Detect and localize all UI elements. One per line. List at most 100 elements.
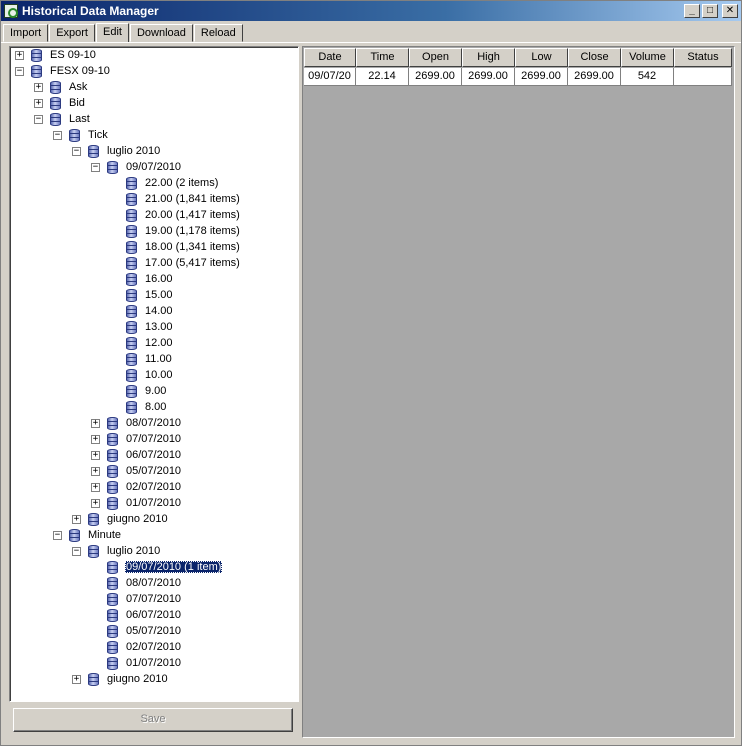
cell-close[interactable]: 2699.00 <box>568 68 621 86</box>
tree-node-hour[interactable]: 8.00 <box>126 399 167 415</box>
maximize-button[interactable]: □ <box>702 4 718 18</box>
tree-node-hour[interactable]: 22.00 (2 items) <box>126 175 219 191</box>
column-header-open[interactable]: Open <box>409 48 462 67</box>
collapse-icon[interactable]: − <box>53 530 62 540</box>
database-icon <box>126 352 137 366</box>
collapse-icon[interactable]: − <box>72 146 81 156</box>
tab-import[interactable]: Import <box>3 24 49 42</box>
tree-node-last[interactable]: − Last <box>34 111 91 127</box>
tree-node-hour[interactable]: 13.00 <box>126 319 174 335</box>
tree-node-minute-luglio[interactable]: − luglio 2010 <box>72 543 161 559</box>
tree-node-hour[interactable]: 14.00 <box>126 303 174 319</box>
column-header-low[interactable]: Low <box>515 48 568 67</box>
database-icon <box>107 496 118 510</box>
tree-node-date[interactable]: 05/07/2010 <box>107 623 182 639</box>
tree-node-date[interactable]: +08/07/2010 <box>91 415 182 431</box>
table-row[interactable]: 09/07/20 22.14 2699.00 2699.00 2699.00 2… <box>304 68 732 86</box>
tab-export[interactable]: Export <box>49 24 95 42</box>
expand-icon[interactable]: + <box>91 482 100 492</box>
tree-node-date[interactable]: +02/07/2010 <box>91 479 182 495</box>
cell-low[interactable]: 2699.00 <box>515 68 568 86</box>
data-tree[interactable]: + ES 09-10 − FESX 09-10 + Ask + Bid − Last − T… <box>9 46 299 702</box>
expand-icon[interactable]: + <box>15 50 24 60</box>
column-header-volume[interactable]: Volume <box>621 48 674 67</box>
tree-node-date[interactable]: 01/07/2010 <box>107 655 182 671</box>
tree-node-es[interactable]: + ES 09-10 <box>15 47 97 63</box>
database-icon <box>107 608 118 622</box>
column-header-time[interactable]: Time <box>356 48 409 67</box>
tab-download[interactable]: Download <box>129 24 193 42</box>
expand-icon[interactable]: + <box>91 434 100 444</box>
tree-node-tick-giugno[interactable]: + giugno 2010 <box>72 511 169 527</box>
title-bar[interactable]: Historical Data Manager _ □ ✕ <box>1 1 741 21</box>
expand-icon[interactable]: + <box>34 98 43 108</box>
tree-node-hour[interactable]: 15.00 <box>126 287 174 303</box>
tab-edit[interactable]: Edit <box>95 23 129 43</box>
tree-node-date[interactable]: 07/07/2010 <box>107 591 182 607</box>
tree-node-hour[interactable]: 21.00 (1,841 items) <box>126 191 241 207</box>
cell-volume[interactable]: 542 <box>621 68 674 86</box>
expand-icon[interactable]: + <box>72 674 81 684</box>
cell-date[interactable]: 09/07/20 <box>304 68 356 86</box>
minimize-button[interactable]: _ <box>684 4 700 18</box>
tab-reload[interactable]: Reload <box>193 24 243 42</box>
tree-node-tick[interactable]: − Tick <box>53 127 109 143</box>
collapse-icon[interactable]: − <box>53 130 62 140</box>
tree-node-minute[interactable]: − Minute <box>53 527 122 543</box>
database-icon <box>126 400 137 414</box>
expand-icon[interactable]: + <box>91 418 100 428</box>
tree-node-date[interactable]: +05/07/2010 <box>91 463 182 479</box>
column-header-high[interactable]: High <box>462 48 515 67</box>
expand-icon[interactable]: + <box>34 82 43 92</box>
tree-node-tick-luglio[interactable]: − luglio 2010 <box>72 143 161 159</box>
database-icon <box>126 192 137 206</box>
database-icon <box>107 416 118 430</box>
data-grid[interactable]: Date Time Open High Low Close Volume Sta… <box>302 46 735 738</box>
cell-open[interactable]: 2699.00 <box>409 68 462 86</box>
tree-node-hour[interactable]: 20.00 (1,417 items) <box>126 207 241 223</box>
database-icon <box>126 272 137 286</box>
tree-node-date[interactable]: 08/07/2010 <box>107 575 182 591</box>
tree-node-hour[interactable]: 10.00 <box>126 367 174 383</box>
tree-node-date[interactable]: 06/07/2010 <box>107 607 182 623</box>
tree-node-hour[interactable]: 19.00 (1,178 items) <box>126 223 241 239</box>
tree-node-minute-giugno[interactable]: + giugno 2010 <box>72 671 169 687</box>
tree-node-date[interactable]: +01/07/2010 <box>91 495 182 511</box>
tree-node-hour[interactable]: 9.00 <box>126 383 167 399</box>
column-header-status[interactable]: Status <box>674 48 732 67</box>
database-icon <box>88 512 99 526</box>
database-icon <box>126 368 137 382</box>
tree-node-fesx[interactable]: − FESX 09-10 <box>15 63 111 79</box>
collapse-icon[interactable]: − <box>15 66 24 76</box>
tree-node-hour[interactable]: 17.00 (5,417 items) <box>126 255 241 271</box>
database-icon <box>107 560 118 574</box>
expand-icon[interactable]: + <box>91 498 100 508</box>
column-header-close[interactable]: Close <box>568 48 621 67</box>
tree-node-selected[interactable]: 09/07/2010 (1 item) <box>107 559 223 575</box>
expand-icon[interactable]: + <box>91 466 100 476</box>
cell-high[interactable]: 2699.00 <box>462 68 515 86</box>
collapse-icon[interactable]: − <box>34 114 43 124</box>
save-button[interactable]: Save <box>13 708 293 732</box>
tree-node-date[interactable]: +06/07/2010 <box>91 447 182 463</box>
cell-status[interactable] <box>674 68 732 86</box>
database-icon <box>126 336 137 350</box>
column-header-date[interactable]: Date <box>304 48 356 67</box>
expand-icon[interactable]: + <box>72 514 81 524</box>
tree-node-ask[interactable]: + Ask <box>34 79 88 95</box>
expand-icon[interactable]: + <box>91 450 100 460</box>
tree-node-hour[interactable]: 18.00 (1,341 items) <box>126 239 241 255</box>
tree-node-hour[interactable]: 12.00 <box>126 335 174 351</box>
collapse-icon[interactable]: − <box>91 162 100 172</box>
database-icon <box>31 64 42 78</box>
tree-node-date[interactable]: 02/07/2010 <box>107 639 182 655</box>
tree-node-hour[interactable]: 11.00 <box>126 351 173 367</box>
close-button[interactable]: ✕ <box>722 4 738 18</box>
database-icon <box>107 160 118 174</box>
tree-node-bid[interactable]: + Bid <box>34 95 86 111</box>
collapse-icon[interactable]: − <box>72 546 81 556</box>
tree-node-date[interactable]: +07/07/2010 <box>91 431 182 447</box>
cell-time[interactable]: 22.14 <box>356 68 409 86</box>
tree-node-hour[interactable]: 16.00 <box>126 271 174 287</box>
tree-node-tick-0907[interactable]: −09/07/2010 <box>91 159 182 175</box>
